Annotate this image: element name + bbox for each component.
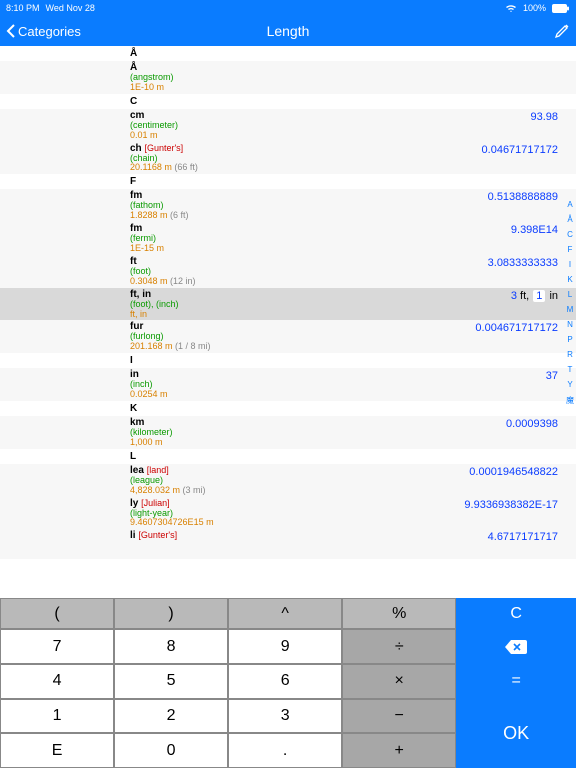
battery-pct: 100% [523,3,546,13]
index-letter[interactable]: F [568,245,573,254]
unit-row[interactable]: fur(furlong)201.168 m (1 / 8 mi)0.004671… [0,320,576,353]
unit-value: 0.004671717172 [380,321,558,334]
key-equals[interactable]: = [456,664,576,699]
key-plus[interactable]: + [342,733,456,768]
key-clear[interactable]: C [456,598,576,629]
nav-header: Categories Length [0,16,576,46]
key-2[interactable]: 2 [114,699,228,734]
page-title: Length [0,23,576,39]
battery-icon [552,4,570,13]
key-percent[interactable]: % [342,598,456,629]
index-letter[interactable]: A [567,200,572,209]
unit-row[interactable]: li [Gunter's]4.6717171717 [0,529,576,559]
key-minus[interactable]: − [342,699,456,734]
key-9[interactable]: 9 [228,629,342,664]
key-divide[interactable]: ÷ [342,629,456,664]
unit-row[interactable]: ch [Gunter's](chain)20.1168 m (66 ft)0.0… [0,142,576,175]
status-date: Wed Nov 28 [46,3,95,13]
unit-list[interactable]: ÅÅ(angstrom)1E-10 mCcm(centimeter)0.01 m… [0,46,576,598]
unit-value: 4.6717171717 [380,530,558,543]
index-letter[interactable]: M [567,305,574,314]
wifi-icon [505,4,517,13]
unit-value: 3.0833333333 [380,256,558,269]
status-bar: 8:10 PM Wed Nov 28 100% [0,0,576,16]
key-6[interactable]: 6 [228,664,342,699]
unit-row[interactable]: ly [Julian](light-year)9.4607304726E15 m… [0,497,576,530]
back-button[interactable]: Categories [6,24,81,39]
key-caret[interactable]: ^ [228,598,342,629]
unit-value: 93.98 [380,110,558,123]
unit-row[interactable]: km(kilometer)1,000 m0.0009398 [0,416,576,449]
alpha-index[interactable]: AÅCFIKLMNPRTY魔 [566,200,574,406]
section-header: Å [0,46,576,61]
keypad: ()^%C 789÷ 456×= 123−OK E0.+ [0,598,576,768]
edit-button[interactable] [554,23,570,39]
key-backspace[interactable] [456,629,576,664]
index-letter[interactable]: T [568,365,573,374]
unit-value: 3 ft, 1 in [380,289,558,302]
index-letter[interactable]: L [568,290,572,299]
unit-row[interactable]: in(inch)0.0254 m37 [0,368,576,401]
index-letter[interactable]: C [567,230,573,239]
unit-value: 37 [380,369,558,382]
section-header: L [0,449,576,464]
key-dot[interactable]: . [228,733,342,768]
key-4[interactable]: 4 [0,664,114,699]
index-letter[interactable]: 魔 [566,395,574,406]
unit-value [380,62,558,63]
key-ok[interactable]: OK [456,699,576,768]
unit-value: 0.0009398 [380,417,558,430]
unit-row[interactable]: lea [land](league)4,828.032 m (3 mi)0.00… [0,464,576,497]
key-rparen[interactable]: ) [114,598,228,629]
key-5[interactable]: 5 [114,664,228,699]
index-letter[interactable]: I [569,260,571,269]
unit-row[interactable]: fm(fathom)1.8288 m (6 ft)0.5138888889 [0,189,576,222]
unit-value: 0.0001946548822 [380,465,558,478]
key-lparen[interactable]: ( [0,598,114,629]
unit-value: 0.04671717172 [380,143,558,156]
key-8[interactable]: 8 [114,629,228,664]
key-multiply[interactable]: × [342,664,456,699]
unit-row[interactable]: Å(angstrom)1E-10 m [0,61,576,94]
section-header: K [0,401,576,416]
key-7[interactable]: 7 [0,629,114,664]
unit-value: 9.398E14 [380,223,558,236]
index-letter[interactable]: Y [567,380,572,389]
index-letter[interactable]: Å [567,215,572,224]
section-header: C [0,94,576,109]
key-3[interactable]: 3 [228,699,342,734]
section-header: F [0,174,576,189]
index-letter[interactable]: R [567,350,573,359]
index-letter[interactable]: N [567,320,573,329]
index-letter[interactable]: P [567,335,572,344]
section-header: I [0,353,576,368]
back-label: Categories [18,24,81,39]
key-1[interactable]: 1 [0,699,114,734]
unit-value: 9.9336938382E-17 [380,498,558,511]
index-letter[interactable]: K [567,275,572,284]
unit-value: 0.5138888889 [380,190,558,203]
key-exp[interactable]: E [0,733,114,768]
unit-row[interactable]: ft(foot)0.3048 m (12 in)3.0833333333 [0,255,576,288]
unit-row[interactable]: fm(fermi)1E-15 m9.398E14 [0,222,576,255]
key-0[interactable]: 0 [114,733,228,768]
status-time: 8:10 PM [6,3,40,13]
unit-row[interactable]: cm(centimeter)0.01 m93.98 [0,109,576,142]
unit-row[interactable]: ft, in(foot), (inch)ft, in3 ft, 1 in [0,288,576,321]
